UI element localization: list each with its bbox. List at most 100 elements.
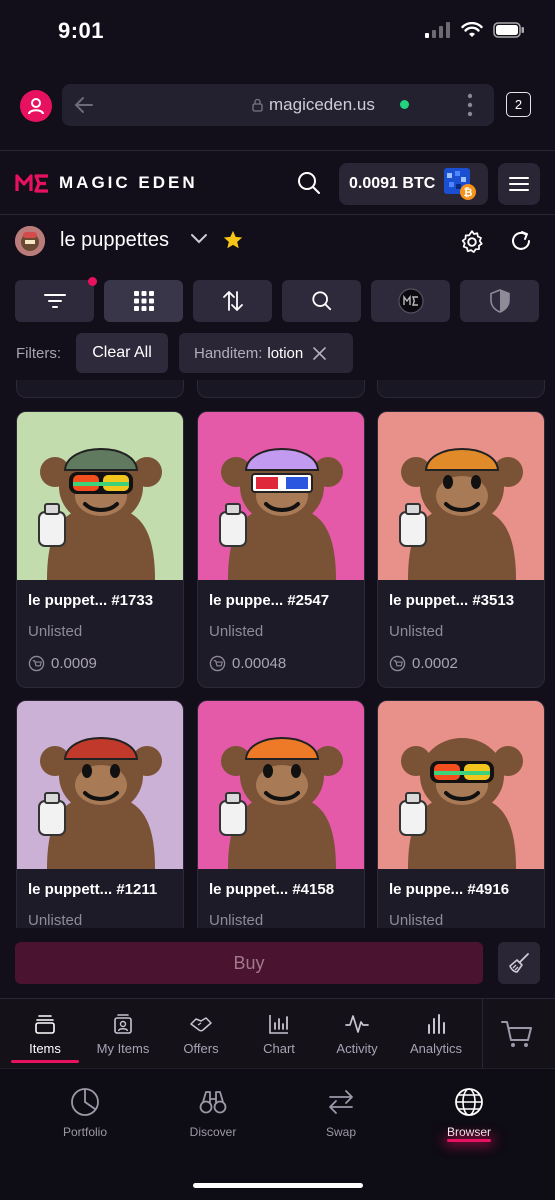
signal-icon [425, 22, 450, 38]
tab-items[interactable]: Items [5, 1013, 85, 1056]
tab-analytics[interactable]: Analytics [396, 1013, 476, 1056]
item-grid: le puppet... #1733 Unlisted 0.0009 le pupp… [0, 380, 555, 928]
item-status: Unlisted [209, 912, 264, 928]
settings-gear-icon[interactable] [459, 229, 485, 255]
nft-image[interactable] [17, 701, 184, 869]
chevron-down-icon[interactable] [190, 233, 208, 245]
star-icon[interactable] [222, 229, 244, 251]
filter-chip-value: lotion [267, 344, 304, 362]
profile-button[interactable] [20, 90, 52, 122]
item-name: le puppett... #1211 [28, 881, 158, 898]
collection-name[interactable]: le puppettes [60, 229, 169, 252]
collection-avatar [15, 226, 45, 256]
status-time: 9:01 [58, 18, 105, 43]
nav-discover[interactable]: Discover [158, 1087, 268, 1139]
nav-label: Swap [325, 1125, 357, 1139]
tab-label: Chart [263, 1041, 295, 1056]
wifi-icon [461, 22, 483, 37]
nft-image[interactable] [378, 701, 545, 869]
tab-activity[interactable]: Activity [317, 1013, 397, 1056]
item-name: le puppet... #3513 [389, 592, 515, 609]
collection-bar: le puppettes [0, 214, 555, 266]
nft-image[interactable] [17, 412, 184, 580]
item-status: Unlisted [28, 623, 83, 640]
item-card[interactable]: le puppett... #1211 Unlisted [16, 700, 184, 928]
filter-active-dot [88, 277, 97, 286]
sweep-button[interactable] [498, 942, 540, 984]
tab-chart[interactable]: Chart [239, 1013, 319, 1056]
tabs-divider [482, 999, 483, 1069]
cart-icon[interactable] [500, 1019, 534, 1049]
close-icon[interactable] [313, 346, 327, 360]
item-last-price: 0.0009 [28, 655, 97, 672]
status-icons [425, 22, 525, 38]
nft-image[interactable] [198, 412, 365, 580]
bar-chart-icon [269, 1015, 288, 1034]
filter-icon [43, 294, 66, 308]
battery-icon [493, 22, 524, 38]
grid-icon [133, 291, 154, 311]
magic-eden-logo[interactable]: MAGIC EDEN [15, 173, 198, 193]
sort-button[interactable] [193, 280, 272, 322]
tab-label: Activity [336, 1041, 378, 1056]
bottom-navigation: Portfolio Discover Swap Browser [0, 1068, 555, 1200]
item-last-price: 0.0002 [389, 655, 458, 672]
collection-avatar-image [15, 226, 45, 256]
item-card[interactable]: le puppet... #1733 Unlisted 0.0009 [16, 411, 184, 688]
search-icon[interactable] [297, 171, 321, 195]
hamburger-icon [509, 177, 529, 191]
wallet-balance-button[interactable]: 0.0091 BTC ₿ [339, 163, 488, 205]
active-tab-indicator [11, 1060, 79, 1063]
marketplace-price-icon [28, 655, 45, 672]
collection-tabs: Items My Items Offers Chart Activity Ana… [0, 998, 555, 1069]
swap-icon [329, 1090, 353, 1114]
back-arrow-icon[interactable] [72, 93, 96, 117]
lock-icon [252, 98, 263, 112]
tab-my-items[interactable]: My Items [83, 1013, 163, 1056]
filter-button[interactable] [15, 277, 97, 322]
nav-portfolio[interactable]: Portfolio [30, 1087, 140, 1139]
item-card-partial[interactable] [377, 380, 545, 398]
portrait-icon [114, 1014, 132, 1034]
grid-view-button[interactable] [104, 280, 183, 322]
filter-chip-handitem[interactable]: Handitem: lotion [179, 333, 353, 373]
nav-label: Portfolio [62, 1125, 108, 1139]
item-status: Unlisted [28, 912, 83, 928]
tab-offers[interactable]: Offers [161, 1013, 241, 1056]
item-card[interactable]: le puppe... #4916 Unlisted [377, 700, 545, 928]
verified-shield-button[interactable] [460, 280, 539, 322]
tab-label: Offers [183, 1041, 219, 1056]
search-items-button[interactable] [282, 280, 361, 322]
marketplace-price-icon [389, 655, 406, 672]
item-card-partial[interactable] [197, 380, 365, 398]
menu-button[interactable] [498, 163, 540, 205]
item-card[interactable]: le puppet... #3513 Unlisted 0.0002 [377, 411, 545, 688]
url-text: magiceden.us [269, 95, 375, 114]
nft-image[interactable] [198, 701, 365, 869]
app-header: MAGIC EDEN 0.0091 BTC ₿ [0, 150, 555, 214]
item-status: Unlisted [209, 623, 264, 640]
item-status: Unlisted [389, 912, 444, 928]
user-icon [28, 98, 44, 115]
nav-swap[interactable]: Swap [286, 1087, 396, 1139]
more-vertical-icon[interactable] [467, 92, 473, 118]
sort-arrows-icon [222, 291, 243, 311]
item-card[interactable]: le puppet... #4158 Unlisted [197, 700, 365, 928]
item-name: le puppe... #4916 [389, 881, 510, 898]
nav-browser[interactable]: Browser [414, 1087, 524, 1139]
magic-eden-logo-icon [15, 174, 48, 193]
item-card[interactable]: le puppe... #2547 Unlisted 0.00048 [197, 411, 365, 688]
item-name: le puppet... #1733 [28, 592, 154, 609]
nft-image[interactable] [378, 412, 545, 580]
filters-label: Filters: [16, 345, 61, 362]
browser-tabs-button[interactable]: 2 [506, 92, 531, 117]
nav-label: Discover [189, 1125, 237, 1139]
magic-eden-source-button[interactable] [371, 280, 450, 322]
refresh-icon[interactable] [509, 229, 533, 253]
url-field[interactable]: magiceden.us [62, 84, 494, 126]
item-card-partial[interactable] [16, 380, 184, 398]
svg-text:₿: ₿ [464, 187, 473, 199]
clear-all-button[interactable]: Clear All [76, 333, 168, 373]
buy-button[interactable]: Buy [15, 942, 483, 984]
marketplace-price-icon [209, 655, 226, 672]
